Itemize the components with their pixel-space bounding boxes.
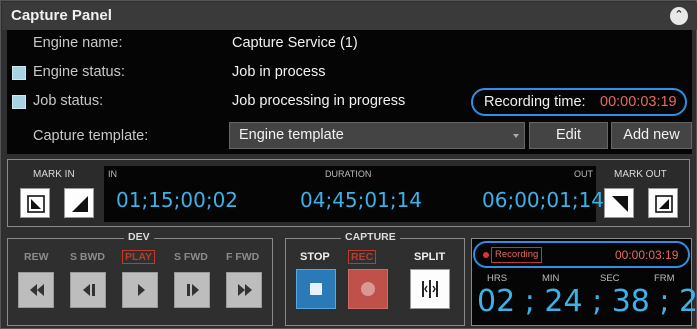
hrs-label: HRS (487, 273, 508, 284)
stop-button[interactable] (296, 269, 336, 309)
rewind-icon (30, 284, 44, 296)
recording-time-highlight: Recording time: 00:00:03:19 (471, 88, 687, 116)
record-button[interactable] (348, 269, 388, 309)
dev-title: DEV (124, 231, 154, 243)
min-label: MIN (542, 273, 560, 284)
rew-label: REW (24, 251, 49, 263)
mark-out-label: MARK OUT (614, 169, 667, 180)
recording-dot-icon (483, 252, 489, 258)
ffwd-label: F FWD (226, 251, 260, 263)
engine-status-label: Engine status: (33, 64, 125, 80)
engine-status-checkbox[interactable] (12, 66, 26, 80)
engine-name-label: Engine name: (33, 35, 123, 51)
recording-time-label: Recording time: (484, 94, 586, 110)
mark-in-icon (27, 195, 45, 213)
recording-timecode: 02 ; 24 ; 38 ; 23 (477, 284, 697, 319)
split-icon (422, 280, 438, 298)
stop-label: STOP (300, 251, 330, 263)
stop-icon (310, 283, 322, 295)
out-label: OUT (574, 169, 593, 179)
in-timecode: 01;15;00;02 (116, 188, 239, 212)
edit-button[interactable]: Edit (529, 122, 608, 149)
duration-label: DURATION (325, 169, 372, 179)
recording-time-value: 00:00:03:19 (600, 94, 677, 110)
mark-in-alt-button[interactable] (64, 188, 94, 218)
sec-label: SEC (600, 273, 620, 284)
sfwd-label: S FWD (174, 251, 208, 263)
mark-out-icon (655, 195, 673, 213)
step-forward-icon (187, 284, 199, 296)
triangle-top-left-icon (612, 196, 628, 212)
play-button[interactable] (122, 272, 158, 308)
fast-forward-icon (238, 284, 252, 296)
info-section: Engine name: Capture Service (1) Engine … (7, 30, 692, 154)
engine-status-row: Engine status: Job in process (7, 59, 692, 85)
capture-template-value: Engine template (239, 127, 344, 143)
step-backward-button[interactable] (70, 272, 106, 308)
collapse-up-icon[interactable]: ⌃ (670, 7, 688, 25)
mark-panel: MARK IN IN DURATION OUT 01;15;00;02 04;4… (7, 159, 690, 227)
mark-out-alt-button[interactable] (604, 188, 634, 218)
play-label: PLAY (122, 250, 156, 264)
engine-status-value: Job in process (232, 64, 326, 80)
play-icon (138, 284, 145, 296)
job-status-value: Job processing in progress (232, 93, 406, 109)
mark-in-label: MARK IN (33, 169, 75, 180)
recording-elapsed: 00:00:03:19 (615, 248, 679, 262)
panel-title: Capture Panel (11, 7, 112, 24)
mark-in-button[interactable] (20, 188, 50, 218)
title-bar: Capture Panel ⌃ (2, 2, 697, 30)
mark-out-button[interactable] (648, 188, 678, 218)
engine-name-value: Capture Service (1) (232, 35, 358, 51)
split-button[interactable] (410, 269, 450, 309)
timecode-display: IN DURATION OUT 01;15;00;02 04;45;01;14 … (104, 166, 604, 222)
add-new-button[interactable]: Add new (611, 122, 692, 149)
out-timecode: 06;00;01;14 (482, 188, 605, 212)
triangle-down-right-icon (72, 196, 88, 212)
capture-title: CAPTURE (341, 231, 400, 243)
recording-status-bar: Recording 00:00:03:19 (473, 241, 690, 268)
recording-badge: Recording (491, 247, 543, 263)
frm-label: FRM (654, 273, 675, 284)
dev-panel: DEV REW S BWD PLAY S FWD F FWD (7, 231, 273, 326)
job-status-label: Job status: (33, 93, 104, 109)
job-status-checkbox[interactable] (12, 95, 26, 109)
recording-panel: Recording 00:00:03:19 HRS MIN SEC FRM 02… (471, 238, 697, 326)
chevron-down-icon (513, 134, 519, 138)
in-label: IN (108, 169, 117, 179)
fast-forward-button[interactable] (226, 272, 262, 308)
capture-controls: CAPTURE STOP REC SPLIT (285, 231, 465, 326)
capture-template-select[interactable]: Engine template (229, 122, 525, 149)
rewind-button[interactable] (18, 272, 54, 308)
record-icon (361, 282, 375, 296)
rec-label: REC (348, 250, 377, 264)
capture-panel: Capture Panel ⌃ Engine name: Capture Ser… (0, 0, 697, 329)
sbwd-label: S BWD (70, 251, 105, 263)
split-label: SPLIT (414, 251, 446, 263)
engine-name-row: Engine name: Capture Service (1) (7, 30, 692, 56)
capture-template-label: Capture template: (33, 128, 149, 144)
step-forward-button[interactable] (174, 272, 210, 308)
duration-timecode: 04;45;01;14 (300, 188, 423, 212)
step-backward-icon (83, 284, 95, 296)
